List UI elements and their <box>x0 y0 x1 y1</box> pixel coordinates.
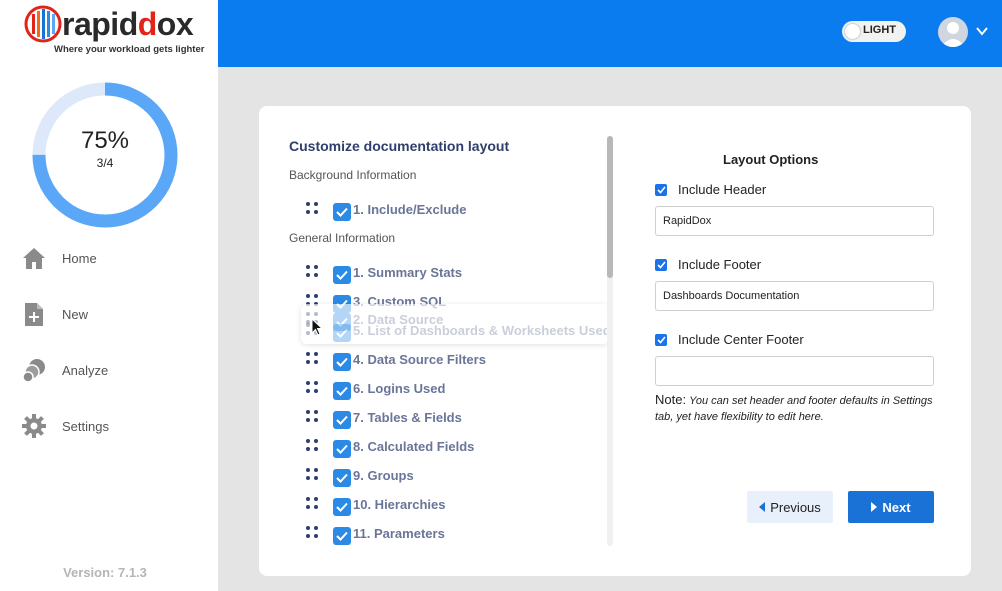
item-label: 10. Hierarchies <box>353 496 446 512</box>
progress-percent: 75% <box>80 127 130 154</box>
section-general-label: General Information <box>289 231 396 245</box>
avatar[interactable] <box>938 17 968 47</box>
logo-mark-icon <box>24 5 62 43</box>
item-label: 5. List of Dashboards & Worksheets Used <box>353 322 611 338</box>
list-item[interactable]: 1. Include/Exclude <box>306 198 467 221</box>
mouse-cursor-icon <box>311 318 323 336</box>
list-item[interactable]: 8. Calculated Fields <box>306 435 475 458</box>
item-checkbox[interactable] <box>333 527 351 545</box>
include-footer-label: Include Footer <box>678 257 762 272</box>
list-item[interactable]: 11. Parameters <box>306 522 445 545</box>
theme-toggle[interactable]: LIGHT <box>842 21 906 42</box>
theme-toggle-label: LIGHT <box>863 24 896 36</box>
note-text: You can set header and footer defaults i… <box>655 395 933 423</box>
caret-right-icon <box>871 502 878 512</box>
sidebar-item-label: Analyze <box>62 362 109 378</box>
sidebar-item-label: New <box>62 306 89 322</box>
user-icon <box>941 22 965 47</box>
next-button-label: Next <box>882 499 911 515</box>
footer-text-input[interactable]: Dashboards Documentation <box>655 281 934 311</box>
include-center-footer-option[interactable]: Include Center Footer <box>655 332 804 347</box>
drag-handle-icon[interactable] <box>306 381 322 395</box>
home-icon <box>20 244 48 272</box>
new-document-icon <box>20 300 48 328</box>
gear-icon <box>20 412 48 440</box>
item-checkbox[interactable] <box>333 440 351 458</box>
item-checkbox[interactable] <box>333 411 351 429</box>
sidebar-item-label: Home <box>62 250 97 266</box>
include-footer-checkbox[interactable] <box>655 258 667 271</box>
layout-card: Customize documentation layout Backgroun… <box>259 106 971 576</box>
logo-tagline: Where your workload gets lighter <box>54 44 205 55</box>
version-label: Version: 7.1.3 <box>63 565 147 580</box>
progress-ring: 75% 3/4 <box>30 80 180 230</box>
item-checkbox[interactable] <box>333 324 351 342</box>
analyze-icon <box>20 356 48 384</box>
drag-handle-icon[interactable] <box>306 526 322 540</box>
center-footer-text-input[interactable] <box>655 356 934 386</box>
sidebar-item-label: Settings <box>62 418 109 434</box>
drag-handle-icon[interactable] <box>306 468 322 482</box>
item-label: 6. Logins Used <box>353 380 446 396</box>
rapiddox-logo[interactable]: rapiddox Where your workload gets lighte… <box>22 4 205 58</box>
list-item[interactable]: 1. Summary Stats <box>306 261 463 284</box>
include-center-footer-label: Include Center Footer <box>678 332 804 347</box>
include-center-footer-checkbox[interactable] <box>655 333 667 346</box>
logo-wordmark: rapiddox <box>62 6 194 42</box>
item-label: 11. Parameters <box>353 525 445 541</box>
sidebar-item-home[interactable]: Home <box>20 241 200 275</box>
list-item[interactable]: 5. List of Dashboards & Worksheets Used <box>306 320 611 342</box>
drag-handle-icon[interactable] <box>306 202 322 216</box>
item-checkbox[interactable] <box>333 353 351 371</box>
progress-fraction: 3/4 <box>96 156 114 170</box>
drag-handle-icon[interactable] <box>306 352 322 366</box>
item-checkbox[interactable] <box>333 382 351 400</box>
layout-options-title: Layout Options <box>723 152 819 167</box>
include-header-option[interactable]: Include Header <box>655 182 766 197</box>
item-label: 4. Data Source Filters <box>353 351 486 367</box>
previous-button-label: Previous <box>770 499 821 515</box>
drag-handle-icon[interactable] <box>306 265 322 279</box>
list-item[interactable]: 4. Data Source Filters <box>306 348 486 371</box>
list-item[interactable]: 7. Tables & Fields <box>306 406 462 429</box>
item-checkbox[interactable] <box>333 469 351 487</box>
item-label: 1. Summary Stats <box>353 264 463 280</box>
layout-note: Note: You can set header and footer defa… <box>655 392 935 425</box>
item-label: 8. Calculated Fields <box>353 438 475 454</box>
section-background-label: Background Information <box>289 168 417 182</box>
drag-handle-icon[interactable] <box>306 410 322 424</box>
list-item[interactable]: 9. Groups <box>306 464 414 487</box>
include-header-label: Include Header <box>678 182 767 197</box>
sidebar-item-settings[interactable]: Settings <box>20 409 200 443</box>
include-header-checkbox[interactable] <box>655 183 667 196</box>
sidebar-item-new[interactable]: New <box>20 297 200 331</box>
sidebar-item-analyze[interactable]: Analyze <box>20 353 200 387</box>
scrollbar-thumb[interactable] <box>607 136 613 278</box>
next-button[interactable]: Next <box>848 491 934 523</box>
chevron-down-icon[interactable] <box>975 24 989 38</box>
item-checkbox[interactable] <box>333 203 351 221</box>
item-label: 7. Tables & Fields <box>353 409 462 425</box>
previous-button[interactable]: Previous <box>747 491 833 523</box>
list-item[interactable]: 6. Logins Used <box>306 377 446 400</box>
drag-handle-icon[interactable] <box>306 439 322 453</box>
list-item[interactable]: 10. Hierarchies <box>306 493 446 516</box>
item-checkbox[interactable] <box>333 266 351 284</box>
header-text-input[interactable]: RapidDox <box>655 206 934 236</box>
card-title: Customize documentation layout <box>289 138 510 154</box>
caret-left-icon <box>759 502 766 512</box>
top-bar: LIGHT <box>218 0 1002 67</box>
include-footer-option[interactable]: Include Footer <box>655 257 761 272</box>
drag-handle-icon[interactable] <box>306 497 322 511</box>
toggle-knob <box>845 24 860 39</box>
item-checkbox[interactable] <box>333 498 351 516</box>
list-scrollbar[interactable] <box>607 136 613 546</box>
sidebar: rapiddox Where your workload gets lighte… <box>0 0 218 591</box>
note-prefix: Note: <box>655 392 687 407</box>
item-label: 1. Include/Exclude <box>353 201 467 217</box>
item-label: 9. Groups <box>353 467 414 483</box>
